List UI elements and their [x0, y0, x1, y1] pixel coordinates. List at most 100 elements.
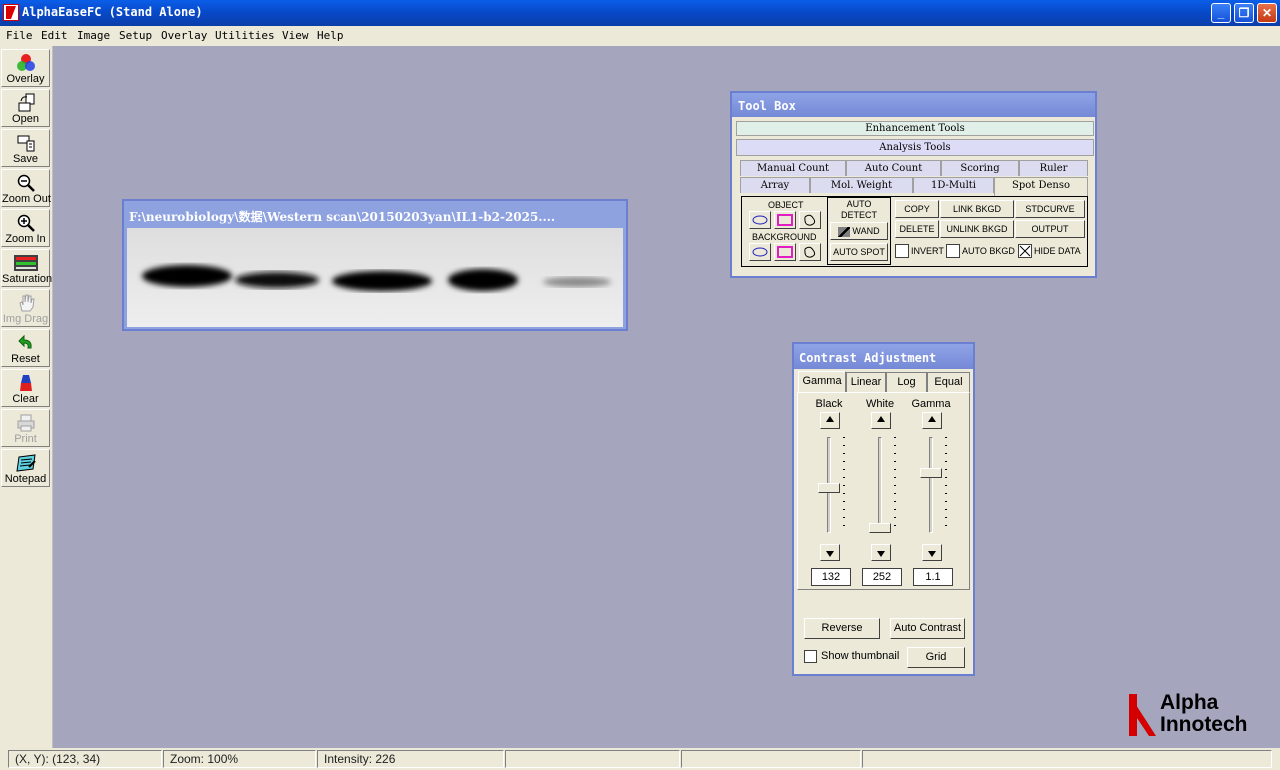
contrast-adjustment-window: Contrast Adjustment Gamma Linear Log Equ… — [792, 342, 975, 676]
tab-gamma[interactable]: Gamma — [798, 371, 846, 393]
freehand-icon — [804, 214, 816, 226]
gamma-up-button[interactable] — [922, 412, 942, 429]
print-button[interactable]: Print — [1, 409, 50, 447]
delete-button[interactable]: DELETE — [895, 220, 939, 238]
white-up-button[interactable] — [871, 412, 891, 429]
tab-log[interactable]: Log — [886, 372, 927, 392]
wand-button[interactable]: WAND — [830, 222, 888, 240]
saturation-button[interactable]: Saturation — [1, 249, 52, 287]
copy-button[interactable]: COPY — [895, 200, 939, 218]
tab-array[interactable]: Array — [740, 177, 810, 193]
overlay-button[interactable]: Overlay — [1, 49, 50, 87]
gamma-slider-thumb[interactable] — [920, 468, 942, 478]
gamma-value-field[interactable]: 1.1 — [913, 568, 953, 586]
object-rectangle-button[interactable] — [774, 211, 796, 229]
auto-contrast-button[interactable]: Auto Contrast — [890, 618, 965, 639]
tab-equal[interactable]: Equal — [927, 372, 970, 392]
spot-denso-panel: OBJECT BACKGROUND AUTO DETECT WAND AUTO … — [741, 196, 1088, 267]
grid-button[interactable]: Grid — [907, 647, 965, 668]
clear-button[interactable]: Clear — [1, 369, 50, 407]
menu-view[interactable]: View — [282, 29, 309, 42]
tab-linear[interactable]: Linear — [846, 372, 886, 392]
tab-mol-weight[interactable]: Mol. Weight — [810, 177, 913, 193]
save-button[interactable]: Save — [1, 129, 50, 167]
logo-text-alpha: Alpha — [1160, 691, 1219, 714]
arrow-up-icon — [826, 416, 834, 422]
wand-icon — [838, 226, 851, 237]
tab-ruler[interactable]: Ruler — [1019, 160, 1088, 176]
white-slider-track[interactable] — [878, 437, 882, 533]
zoom-in-icon — [16, 213, 36, 233]
menu-help[interactable]: Help — [317, 29, 344, 42]
stdcurve-button[interactable]: STDCURVE — [1015, 200, 1085, 218]
tab-manual-count[interactable]: Manual Count — [740, 160, 846, 176]
contrast-title: Contrast Adjustment — [799, 351, 937, 365]
link-bkgd-button[interactable]: LINK BKGD — [940, 200, 1014, 218]
gamma-slider-ticks — [945, 437, 947, 533]
notepad-button[interactable]: Notepad — [1, 449, 50, 487]
background-rectangle-button[interactable] — [774, 243, 796, 261]
menu-overlay[interactable]: Overlay — [161, 29, 207, 42]
black-label: Black — [815, 398, 843, 410]
black-slider-thumb[interactable] — [818, 483, 840, 493]
restore-button[interactable]: ❐ — [1234, 3, 1254, 23]
auto-spot-button[interactable]: AUTO SPOT — [830, 243, 888, 261]
left-toolbar: Overlay Open Save Zoom Out Zoom In Satur… — [0, 46, 53, 748]
white-value-field[interactable]: 252 — [862, 568, 902, 586]
black-up-button[interactable] — [820, 412, 840, 429]
tab-scoring[interactable]: Scoring — [941, 160, 1019, 176]
app-icon[interactable] — [3, 4, 19, 21]
tab-1d-multi[interactable]: 1D-Multi — [913, 177, 994, 193]
black-value-field[interactable]: 132 — [811, 568, 851, 586]
img-drag-button[interactable]: Img Drag — [1, 289, 50, 327]
arrow-down-icon — [826, 551, 834, 557]
analysis-tools-tab[interactable]: Analysis Tools — [736, 139, 1094, 156]
tool-box-title: Tool Box — [738, 99, 796, 113]
tab-spot-denso[interactable]: Spot Denso — [994, 177, 1088, 196]
output-button[interactable]: OUTPUT — [1015, 220, 1085, 238]
western-blot-image[interactable] — [127, 228, 623, 327]
menu-utilities[interactable]: Utilities — [215, 29, 275, 42]
logo-text-innotech: Innotech — [1160, 713, 1248, 736]
reverse-button[interactable]: Reverse — [804, 618, 880, 639]
gamma-panel: Black White Gamma 132 252 1.1 — [797, 392, 970, 590]
tool-box-title-bar[interactable]: Tool Box — [732, 93, 1095, 117]
status-zoom: Zoom: 100% — [163, 750, 316, 768]
hide-data-checkbox[interactable] — [1018, 244, 1032, 258]
gamma-slider-track[interactable] — [929, 437, 933, 533]
menu-edit[interactable]: Edit — [41, 29, 68, 42]
zoom-out-button[interactable]: Zoom Out — [1, 169, 51, 207]
enhancement-tools-tab[interactable]: Enhancement Tools — [736, 121, 1094, 136]
invert-checkbox[interactable] — [895, 244, 909, 258]
menu-setup[interactable]: Setup — [119, 29, 152, 42]
menu-file[interactable]: File — [6, 29, 33, 42]
background-ellipse-button[interactable] — [749, 243, 771, 261]
menu-bar: File Edit Image Setup Overlay Utilities … — [0, 26, 1280, 46]
contrast-title-bar[interactable]: Contrast Adjustment — [794, 344, 973, 369]
tab-auto-count[interactable]: Auto Count — [846, 160, 941, 176]
image-window[interactable]: F:\neurobiology\数据\Western scan\20150203… — [122, 199, 628, 331]
object-freehand-button[interactable] — [799, 211, 821, 229]
object-ellipse-button[interactable] — [749, 211, 771, 229]
black-down-button[interactable] — [820, 544, 840, 561]
white-down-button[interactable] — [871, 544, 891, 561]
minimize-button[interactable]: _ — [1211, 3, 1231, 23]
show-thumbnail-checkbox[interactable] — [804, 650, 817, 663]
auto-bkgd-checkbox[interactable] — [946, 244, 960, 258]
rectangle-icon — [777, 214, 793, 226]
reset-button[interactable]: Reset — [1, 329, 50, 367]
menu-image[interactable]: Image — [77, 29, 110, 42]
background-freehand-button[interactable] — [799, 243, 821, 261]
white-slider-thumb[interactable] — [869, 523, 891, 533]
close-button[interactable]: ✕ — [1257, 3, 1277, 23]
open-button[interactable]: Open — [1, 89, 50, 127]
hide-data-label: HIDE DATA — [1034, 246, 1081, 256]
open-file-icon — [16, 93, 36, 113]
unlink-bkgd-button[interactable]: UNLINK BKGD — [940, 220, 1014, 238]
check-x-icon — [1019, 245, 1031, 257]
saturation-icon — [13, 253, 38, 273]
zoom-in-button[interactable]: Zoom In — [1, 209, 50, 247]
invert-label: INVERT — [911, 246, 944, 256]
notepad-icon — [15, 453, 36, 473]
gamma-down-button[interactable] — [922, 544, 942, 561]
